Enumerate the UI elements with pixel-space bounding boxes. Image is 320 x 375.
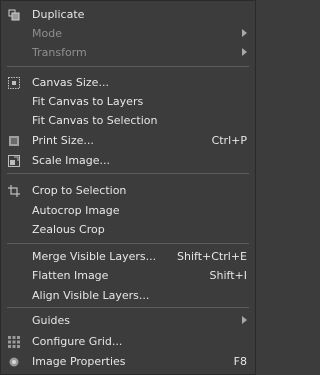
menu-item-shortcut: Shift+Ctrl+E: [177, 250, 247, 263]
menu-item-duplicate[interactable]: Duplicate: [1, 5, 255, 24]
menu-item-label: Zealous Crop: [32, 223, 105, 236]
menu-item-label: Crop to Selection: [32, 184, 127, 197]
menu-item-label: Transform: [32, 46, 87, 59]
menu-item-canvas-size[interactable]: Canvas Size...: [1, 73, 255, 92]
menu-separator: [7, 173, 249, 174]
image-properties-icon: [8, 356, 20, 368]
menu-item-label: Align Visible Layers...: [32, 289, 150, 302]
menu-separator: [7, 243, 249, 244]
menu-item-flatten-image[interactable]: Flatten Image Shift+I: [1, 266, 255, 285]
menu-item-label: Canvas Size...: [32, 76, 109, 89]
menu-item-merge-visible-layers[interactable]: Merge Visible Layers... Shift+Ctrl+E: [1, 247, 255, 266]
menu-item-label: Duplicate: [32, 8, 85, 21]
menu-item-label: Fit Canvas to Selection: [32, 114, 158, 127]
scale-image-icon: [8, 155, 20, 167]
grid-icon: [8, 336, 20, 348]
menu-item-fit-canvas-to-layers[interactable]: Fit Canvas to Layers: [1, 92, 255, 111]
menu-item-label: Scale Image...: [32, 154, 111, 167]
menu-item-transform[interactable]: Transform: [1, 43, 255, 62]
menu-item-label: Configure Grid...: [32, 335, 123, 348]
menu-item-shortcut: Shift+I: [209, 269, 247, 282]
menu-item-label: Image Properties: [32, 355, 126, 368]
menu-item-mode[interactable]: Mode: [1, 24, 255, 43]
menu-item-print-size[interactable]: Print Size... Ctrl+P: [1, 131, 255, 150]
submenu-arrow-icon: [242, 48, 247, 56]
menu-item-image-properties[interactable]: Image Properties F8: [1, 352, 255, 371]
menu-item-label: Flatten Image: [32, 269, 109, 282]
menu-item-label: Print Size...: [32, 134, 94, 147]
menu-item-label: Merge Visible Layers...: [32, 250, 157, 263]
menu-separator: [7, 66, 249, 67]
menu-item-label: Mode: [32, 27, 62, 40]
canvas-size-icon: [8, 77, 20, 89]
menu-item-configure-grid[interactable]: Configure Grid...: [1, 332, 255, 351]
print-size-icon: [8, 135, 20, 147]
menu-item-shortcut: F8: [233, 355, 247, 368]
menu-item-align-visible-layers[interactable]: Align Visible Layers...: [1, 286, 255, 305]
image-menu: Duplicate Mode Transform Canvas Size... …: [0, 0, 256, 375]
menu-item-crop-to-selection[interactable]: Crop to Selection: [1, 181, 255, 200]
submenu-arrow-icon: [242, 316, 247, 324]
menu-item-label: Guides: [32, 314, 71, 327]
menu-item-scale-image[interactable]: Scale Image...: [1, 151, 255, 170]
duplicate-icon: [8, 9, 20, 21]
menu-item-zealous-crop[interactable]: Zealous Crop: [1, 220, 255, 239]
menu-item-label: Autocrop Image: [32, 204, 120, 217]
menu-item-autocrop-image[interactable]: Autocrop Image: [1, 201, 255, 220]
menu-separator: [7, 307, 249, 308]
crop-icon: [8, 185, 20, 197]
menu-item-guides[interactable]: Guides: [1, 311, 255, 330]
submenu-arrow-icon: [242, 29, 247, 37]
menu-item-fit-canvas-to-selection[interactable]: Fit Canvas to Selection: [1, 111, 255, 130]
menu-item-shortcut: Ctrl+P: [211, 134, 247, 147]
menu-item-label: Fit Canvas to Layers: [32, 95, 144, 108]
